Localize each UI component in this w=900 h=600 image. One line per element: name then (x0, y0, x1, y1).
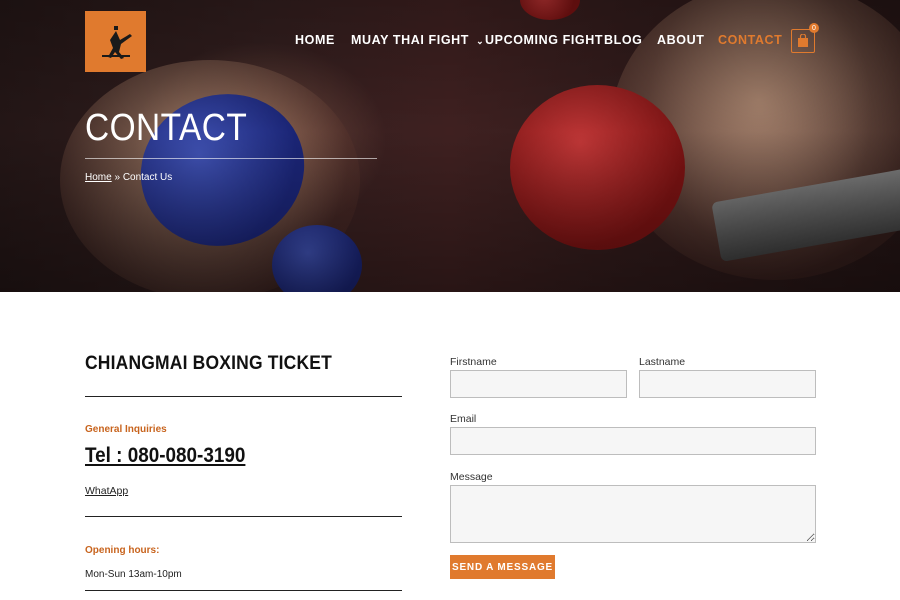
breadcrumb-separator: » (114, 172, 121, 183)
cart-button[interactable]: 0 (791, 23, 819, 53)
breadcrumb-current: Contact Us (122, 172, 173, 183)
general-inquiries-label: General Inquiries (85, 424, 167, 435)
chevron-down-icon: ⌄ (476, 36, 485, 46)
breadcrumb-home-link[interactable]: Home (85, 172, 112, 183)
message-label: Message (450, 471, 493, 483)
nav-about[interactable]: ABOUT (657, 33, 704, 47)
nav-upcoming-fight[interactable]: UPCOMING FIGHT (485, 33, 603, 47)
page-title: CONTACT (85, 107, 248, 149)
firstname-label: Firstname (450, 356, 497, 368)
nav-home[interactable]: HOME (295, 33, 335, 47)
divider (85, 590, 402, 591)
message-field[interactable] (450, 485, 816, 543)
whatsapp-link[interactable]: WhatApp (85, 485, 128, 497)
phone-link[interactable]: Tel : 080-080-3190 (85, 444, 245, 468)
divider (85, 516, 402, 517)
lastname-field[interactable] (639, 370, 816, 398)
nav-muay-thai-fight-label: MUAY THAI FIGHT (351, 33, 470, 47)
title-divider (85, 158, 377, 159)
opening-hours-label: Opening hours: (85, 545, 160, 556)
shopping-bag-icon (798, 34, 808, 47)
firstname-field[interactable] (450, 370, 627, 398)
hero-banner: HOME MUAY THAI FIGHT ⌄ UPCOMING FIGHT BL… (0, 0, 900, 292)
breadcrumb: Home » Contact Us (85, 172, 172, 183)
opening-hours-value: Mon-Sun 13am-10pm (85, 569, 182, 580)
email-label: Email (450, 413, 477, 425)
kickboxer-logo-icon (101, 25, 132, 59)
email-field[interactable] (450, 427, 816, 455)
company-name: CHIANGMAI BOXING TICKET (85, 353, 333, 374)
lastname-label: Lastname (639, 356, 686, 368)
divider (85, 396, 402, 397)
site-logo[interactable] (85, 11, 146, 72)
nav-muay-thai-fight[interactable]: MUAY THAI FIGHT ⌄ (351, 33, 484, 47)
nav-blog[interactable]: BLOG (604, 33, 643, 47)
nav-contact[interactable]: CONTACT (718, 33, 782, 47)
cart-count-badge: 0 (809, 23, 819, 33)
send-message-button[interactable]: SEND A MESSAGE (450, 555, 555, 579)
